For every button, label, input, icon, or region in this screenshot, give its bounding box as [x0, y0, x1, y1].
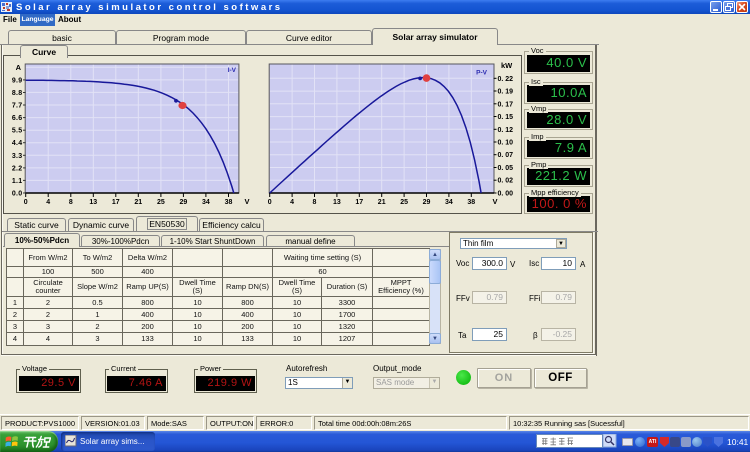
svg-text:A: A: [16, 63, 22, 72]
svg-text:34: 34: [202, 199, 210, 206]
svg-text:34: 34: [445, 199, 453, 206]
svg-text:P-V: P-V: [476, 70, 488, 77]
svg-text:2.2: 2.2: [12, 165, 23, 172]
svg-text:8.8: 8.8: [12, 90, 23, 97]
svg-text:29: 29: [180, 199, 188, 206]
svg-text:25: 25: [157, 199, 165, 206]
svg-text:0: 0: [268, 199, 272, 206]
svg-text:38: 38: [467, 199, 475, 206]
svg-text:0.0: 0.0: [12, 191, 23, 198]
svg-text:0. 05: 0. 05: [498, 165, 514, 172]
svg-text:0. 22: 0. 22: [498, 76, 514, 83]
svg-text:38: 38: [225, 199, 233, 206]
svg-text:8: 8: [313, 199, 317, 206]
svg-text:5.5: 5.5: [12, 128, 23, 135]
svg-text:4: 4: [46, 199, 50, 206]
svg-text:6.6: 6.6: [12, 115, 23, 122]
svg-text:4: 4: [290, 199, 294, 206]
svg-text:25: 25: [400, 199, 408, 206]
svg-text:0. 12: 0. 12: [498, 127, 514, 134]
svg-text:1.1: 1.1: [12, 178, 23, 185]
svg-text:13: 13: [333, 199, 341, 206]
svg-text:8: 8: [69, 199, 73, 206]
svg-text:V: V: [244, 197, 249, 206]
svg-text:13: 13: [89, 199, 97, 206]
svg-text:4.4: 4.4: [12, 140, 23, 147]
svg-text:7.7: 7.7: [12, 103, 23, 110]
svg-text:29: 29: [423, 199, 431, 206]
svg-text:17: 17: [355, 199, 363, 206]
svg-text:0. 07: 0. 07: [498, 152, 514, 159]
svg-text:21: 21: [134, 199, 142, 206]
svg-text:I-V: I-V: [228, 67, 237, 74]
svg-text:0. 19: 0. 19: [498, 89, 514, 96]
svg-text:V: V: [492, 197, 497, 206]
svg-text:9.9: 9.9: [12, 77, 23, 84]
svg-text:21: 21: [378, 199, 386, 206]
svg-text:0. 02: 0. 02: [498, 178, 514, 185]
svg-text:0. 17: 0. 17: [498, 101, 514, 108]
svg-text:3.3: 3.3: [12, 153, 23, 160]
svg-text:kW: kW: [501, 61, 513, 70]
svg-text:0. 15: 0. 15: [498, 114, 514, 121]
svg-text:0. 10: 0. 10: [498, 140, 514, 147]
svg-text:17: 17: [112, 199, 120, 206]
svg-text:0: 0: [24, 199, 28, 206]
svg-text:0. 00: 0. 00: [498, 191, 514, 198]
